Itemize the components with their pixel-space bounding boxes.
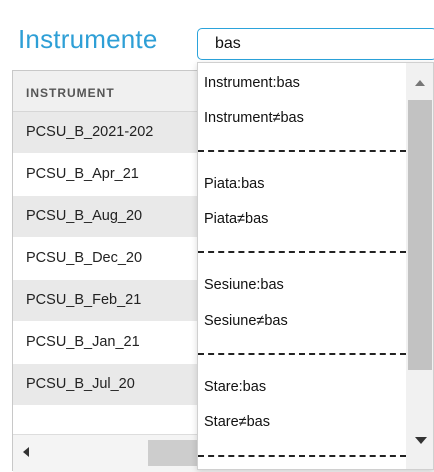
search-input[interactable]: bas xyxy=(197,28,434,60)
suggestion-instrument-equals[interactable]: Instrument:bas xyxy=(204,75,300,91)
table-cell: PCSU_B_Apr_21 xyxy=(26,166,139,182)
table-cell: PCSU_B_Jan_21 xyxy=(26,334,140,350)
suggestion-instrument-not-equals[interactable]: Instrument≠bas xyxy=(204,110,304,126)
suggestion-sesiune-equals[interactable]: Sesiune:bas xyxy=(204,277,284,293)
suggestion-stare-not-equals[interactable]: Stare≠bas xyxy=(204,414,270,430)
table-cell: PCSU_B_2021-202 xyxy=(26,124,154,140)
table-row[interactable]: PCSU_B_Feb_21 xyxy=(13,280,198,322)
arrow-down-icon[interactable] xyxy=(415,437,427,444)
suggestion-piata-not-equals[interactable]: Piata≠bas xyxy=(204,211,268,227)
table-cell: PCSU_B_Jul_20 xyxy=(26,376,135,392)
group-separator xyxy=(198,251,406,253)
table-row[interactable]: PCSU_B_Aug_20 xyxy=(13,196,198,238)
suggestion-sesiune-not-equals[interactable]: Sesiune≠bas xyxy=(204,313,288,329)
table-cell: PCSU_B_Dec_20 xyxy=(26,250,143,266)
table-cell: PCSU_B_Feb_21 xyxy=(26,292,142,308)
table-cell: PCSU_B_Aug_20 xyxy=(26,208,143,224)
page-title: Instrumente xyxy=(18,24,158,54)
group-separator xyxy=(198,150,406,152)
column-header-label: INSTRUMENT xyxy=(26,86,115,100)
arrow-up-icon[interactable] xyxy=(415,80,425,86)
suggestion-stare-equals[interactable]: Stare:bas xyxy=(204,379,266,395)
header: Instrumente bas xyxy=(0,0,434,68)
table-row[interactable]: PCSU_B_Jan_21 xyxy=(13,322,198,364)
suggestion-piata-equals[interactable]: Piata:bas xyxy=(204,176,264,192)
filter-suggestions-dropdown: Instrument:bas Instrument≠bas Piata:bas … xyxy=(197,62,434,470)
column-header-instrument[interactable]: INSTRUMENT xyxy=(13,71,198,112)
vertical-scrollbar[interactable] xyxy=(406,63,433,469)
arrow-left-icon[interactable] xyxy=(23,447,29,457)
vertical-scroll-thumb[interactable] xyxy=(408,100,432,370)
table-row[interactable]: PCSU_B_Dec_20 xyxy=(13,238,198,280)
table-row[interactable]: PCSU_B_Jul_20 xyxy=(13,364,198,406)
table-row[interactable]: PCSU_B_2021-202 xyxy=(13,112,198,154)
table-row[interactable]: PCSU_B_Apr_21 xyxy=(13,154,198,196)
group-separator xyxy=(198,455,406,457)
group-separator xyxy=(198,353,406,355)
